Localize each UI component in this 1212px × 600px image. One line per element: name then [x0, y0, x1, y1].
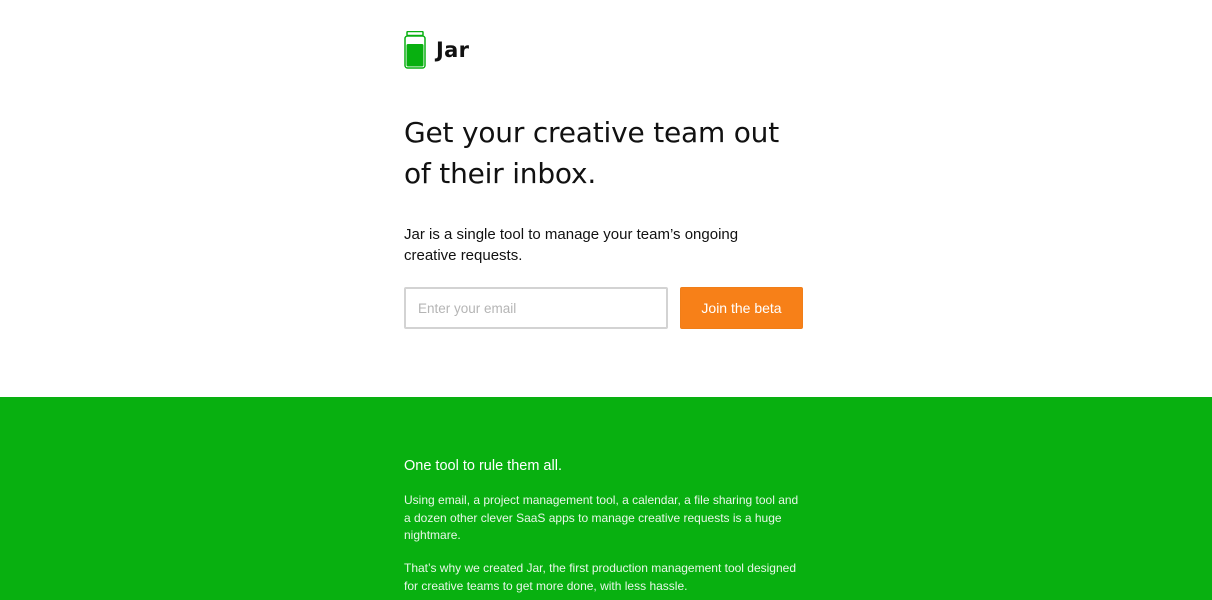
email-field[interactable]: [404, 287, 668, 329]
features-section: One tool to rule them all. Using email, …: [0, 397, 1212, 600]
jar-icon: [404, 31, 426, 69]
hero-section: Jar Get your creative team out of their …: [0, 0, 1212, 397]
page-title: Get your creative team out of their inbo…: [404, 116, 779, 190]
join-beta-button[interactable]: Join the beta: [680, 287, 803, 329]
hero-description: Jar is a single tool to manage your team…: [404, 226, 739, 264]
features-paragraph-2: That’s why we created Jar, the first pro…: [404, 561, 796, 593]
features-heading: One tool to rule them all.: [404, 458, 562, 474]
features-paragraph-1: Using email, a project management tool, …: [404, 493, 799, 542]
brand-header[interactable]: Jar: [404, 30, 469, 70]
brand-name: Jar: [436, 38, 470, 62]
